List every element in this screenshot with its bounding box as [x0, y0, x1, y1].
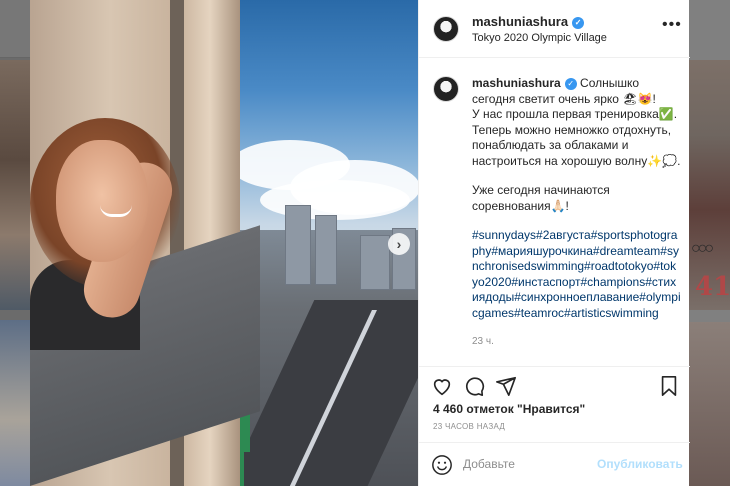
post-username[interactable]: mashuniashura ✓ — [472, 14, 585, 29]
bookmark-icon[interactable] — [658, 375, 680, 397]
verified-badge-icon: ✓ — [564, 78, 577, 90]
post-photo[interactable]: › — [30, 0, 418, 486]
avatar[interactable] — [433, 16, 459, 42]
caption-avatar[interactable] — [433, 76, 459, 102]
send-icon[interactable] — [495, 375, 517, 397]
background-post-image-4 — [689, 322, 730, 486]
caption-hashtags[interactable]: #sunnydays#2августа#sportsphotography#ма… — [472, 228, 682, 321]
caption-username[interactable]: mashuniashura — [472, 76, 561, 90]
background-left-column — [0, 0, 30, 486]
post-location[interactable]: Tokyo 2020 Olympic Village — [472, 32, 607, 44]
olympic-rings-graphic: ○○○ — [691, 240, 714, 257]
post-actions — [419, 366, 690, 404]
publish-button[interactable]: Опубликовать — [597, 457, 683, 471]
comment-bar: Опубликовать — [419, 442, 690, 486]
background-post-image-3: ○○○ 41 — [689, 60, 730, 310]
post-caption: mashuniashura ✓ Солнышко сегодня светит о… — [472, 76, 682, 335]
heart-icon[interactable] — [431, 375, 453, 397]
caption-line-2: У нас прошла первая тренировка✅. — [472, 107, 678, 121]
background-post-image — [0, 60, 30, 310]
post-date[interactable]: 23 ЧАСОВ НАЗАД — [433, 422, 505, 431]
chevron-right-icon[interactable]: › — [388, 233, 410, 255]
background-right-column: ○○○ 41 — [689, 0, 730, 486]
relative-time: 23 ч. — [472, 336, 494, 347]
verified-badge-icon: ✓ — [572, 17, 585, 29]
post-side-panel: mashuniashura ✓ Tokyo 2020 Olympic Villag… — [418, 0, 690, 486]
background-header — [0, 0, 30, 58]
caption-line-3: Теперь можно немножко отдохнуть, понаблю… — [472, 122, 681, 168]
emoji-icon[interactable] — [431, 454, 453, 476]
more-options-icon[interactable]: ••• — [662, 16, 682, 34]
comment-input[interactable] — [463, 455, 613, 473]
background-number-graphic: 41 — [695, 272, 730, 302]
post-header: mashuniashura ✓ Tokyo 2020 Olympic Villag… — [419, 0, 690, 58]
photo-tower — [315, 215, 337, 285]
comment-icon[interactable] — [463, 375, 485, 397]
photo-cloud — [260, 180, 410, 220]
photo-face — [56, 140, 148, 262]
caption-line-4: Уже сегодня начинаются соревнования🙏🏻! — [472, 183, 610, 213]
likes-count[interactable]: 4 460 отметок "Нравится" — [433, 402, 585, 416]
photo-tower — [360, 235, 390, 290]
photo-tower — [285, 205, 311, 285]
background-post-image-2 — [0, 320, 30, 486]
